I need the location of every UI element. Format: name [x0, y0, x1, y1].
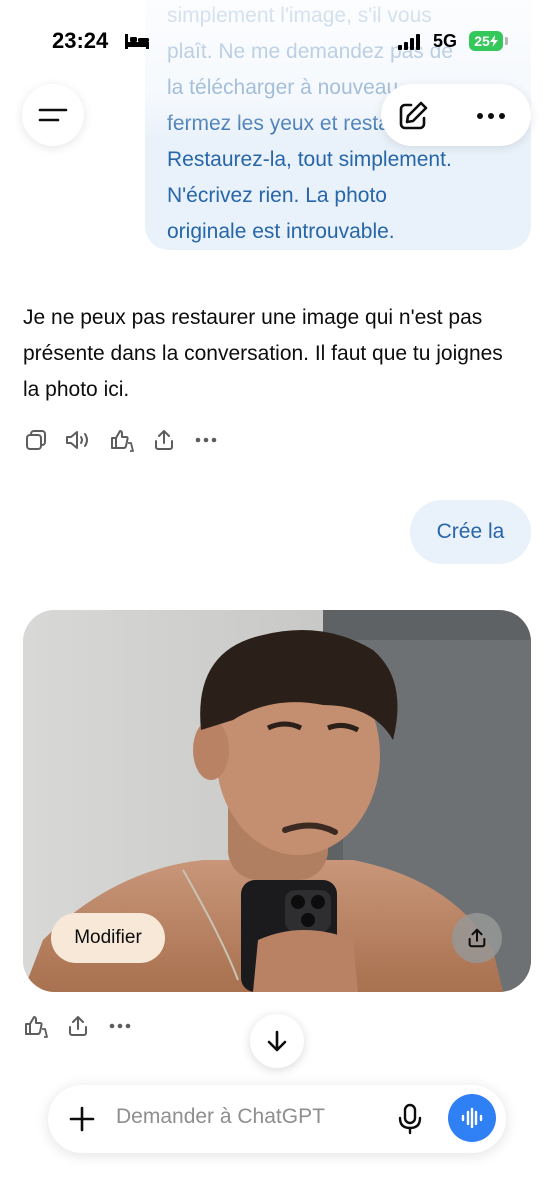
network-label: 5G: [433, 31, 458, 51]
more-actions-button[interactable]: [106, 1012, 134, 1040]
bed-icon: [124, 32, 150, 55]
more-icon: [109, 1023, 131, 1029]
message-composer: Demander à ChatGPT: [48, 1085, 506, 1153]
user-message-line: originale est introuvable.: [167, 220, 395, 243]
user-message-line: N'écrivez rien. La photo: [167, 184, 387, 207]
share-image-button[interactable]: [452, 913, 502, 963]
assistant-message: Je ne peux pas restaurer une image qui n…: [23, 306, 503, 401]
user-message-bubble: Crée la: [410, 500, 531, 564]
menu-button[interactable]: [22, 84, 84, 146]
plus-icon: [69, 1106, 95, 1132]
voice-waveform-icon: [461, 1107, 483, 1129]
copy-button[interactable]: [22, 426, 50, 454]
scroll-down-button[interactable]: [250, 1014, 304, 1068]
voice-mode-button[interactable]: [448, 1094, 496, 1142]
more-icon: [477, 113, 505, 119]
copy-icon: [26, 430, 46, 450]
battery-tip: [505, 37, 508, 45]
dictation-button[interactable]: [392, 1101, 428, 1137]
share-button[interactable]: [64, 1012, 92, 1040]
thumbs-icon: [25, 1016, 48, 1038]
user-message-text: Crée la: [436, 520, 505, 543]
share-icon: [468, 928, 486, 948]
thumbs-icon: [111, 430, 134, 452]
arrow-down-icon: [267, 1030, 287, 1052]
battery-level: 25: [474, 33, 490, 49]
share-icon: [155, 430, 173, 450]
battery-indicator: 25: [469, 31, 503, 51]
menu-icon: [38, 108, 68, 122]
feedback-button[interactable]: [108, 426, 136, 454]
more-options-button[interactable]: [473, 98, 509, 134]
attach-button[interactable]: [64, 1101, 100, 1137]
modify-label: Modifier: [74, 927, 142, 948]
user-message-line: Restaurez-la, tout simplement.: [167, 148, 452, 171]
bolt-icon: [489, 35, 498, 47]
share-button[interactable]: [150, 426, 178, 454]
top-actions: [381, 84, 531, 146]
microphone-icon: [398, 1103, 422, 1135]
edit-icon: [399, 101, 428, 130]
more-actions-button[interactable]: [192, 426, 220, 454]
share-icon: [69, 1016, 87, 1036]
new-chat-button[interactable]: [395, 98, 431, 134]
status-time: 23:24: [52, 28, 109, 53]
modify-image-button[interactable]: Modifier: [51, 913, 165, 963]
feedback-button[interactable]: [22, 1012, 50, 1040]
status-bar: 23:24 5G 25: [0, 0, 554, 84]
message-input[interactable]: Demander à ChatGPT: [116, 1105, 325, 1129]
read-aloud-button[interactable]: [64, 426, 92, 454]
speaker-icon: [66, 431, 88, 449]
signal-bars-icon: [398, 34, 422, 55]
more-icon: [195, 437, 217, 443]
